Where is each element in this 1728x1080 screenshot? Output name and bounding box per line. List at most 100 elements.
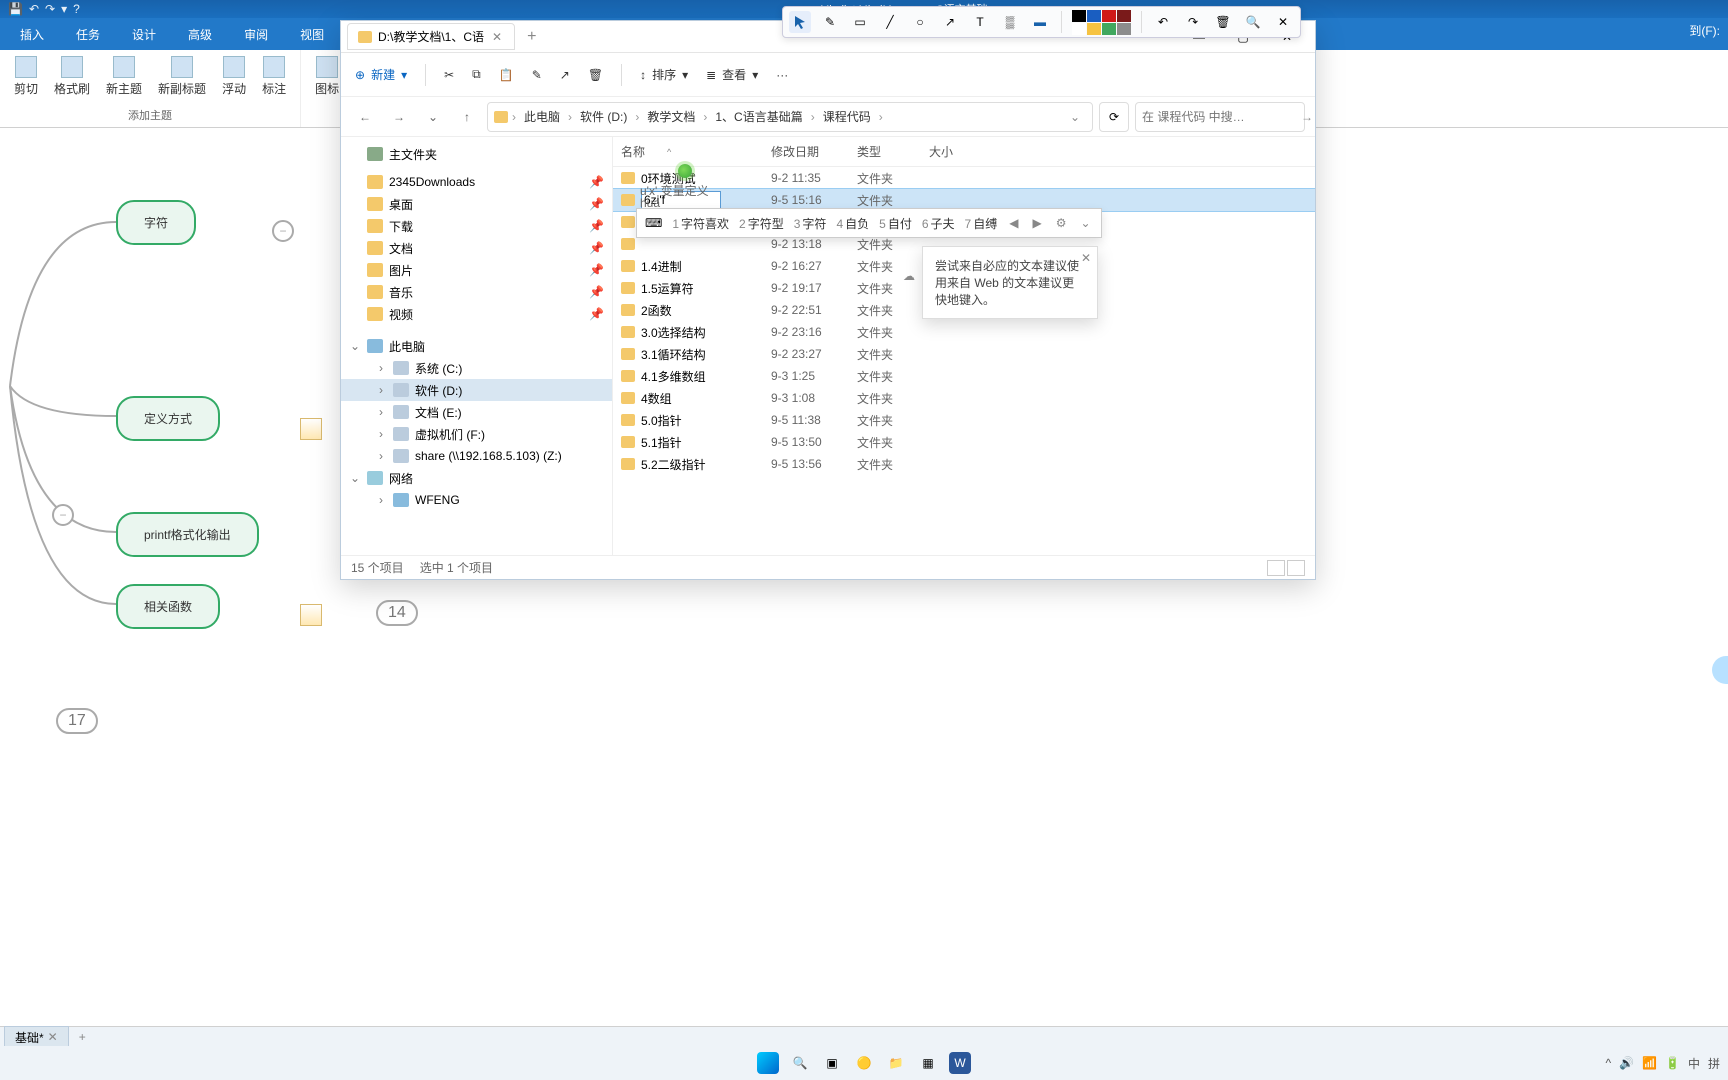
capture-toolbar[interactable]: ✎ ▭ ╱ ○ ↗ T ▒ ▬ ↶ ↷ 🗑 🔍 ✕ [782,6,1301,38]
pin-icon[interactable]: 📌 [589,175,604,189]
collapser-root[interactable]: − [52,504,74,526]
note-icon[interactable] [300,418,322,440]
col-type[interactable]: 类型 [849,143,921,160]
tray-icon[interactable]: 🔋 [1665,1056,1680,1070]
pencil-tool[interactable]: ✎ [819,11,841,33]
app-icon[interactable]: ▦ [917,1052,939,1074]
tray-icon[interactable]: 📶 [1642,1056,1657,1070]
breadcrumb[interactable]: › 此电脑› 软件 (D:)› 教学文档› 1、C语言基础篇› 课程代码› ⌄ [487,102,1093,132]
cut-button[interactable]: 剪切 [8,54,44,99]
search-button[interactable]: 🔍 [789,1052,811,1074]
floating-topic-button[interactable]: 浮动 [216,54,252,99]
ime-candidate-bar[interactable]: ⌨ 1字符喜欢 2字符型 3字符 4自负 5自付 6子夫 7自缚 ◀ ▶ ⚙ ⌄ [636,208,1102,238]
windows-taskbar[interactable]: 🔍 ▣ 🟡 📁 ▦ W [0,1046,1728,1080]
path-dropdown[interactable]: ⌄ [1064,110,1086,124]
up-button[interactable]: ↑ [453,103,481,131]
ime-candidate[interactable]: 2字符型 [739,215,784,232]
recent-dropdown[interactable]: ⌄ [419,103,447,131]
share-icon[interactable]: ↗ [560,68,570,82]
node-functions[interactable]: 相关函数 [116,584,220,629]
new-tab-button[interactable]: + [521,28,542,46]
close-icon[interactable]: ✕ [1081,251,1091,265]
ime-prev-page[interactable]: ◀ [1007,216,1020,230]
highlighter-tool[interactable]: ▬ [1029,11,1051,33]
color-swatch[interactable] [1087,10,1101,22]
undo-button[interactable]: ↶ [1152,11,1174,33]
table-row[interactable]: 3.1循环结构9-2 23:27文件夹 [613,343,1315,365]
new-topic-button[interactable]: 新主题 [100,54,148,99]
help-icon[interactable]: ? [73,2,80,16]
col-date[interactable]: 修改日期 [763,143,849,160]
table-row[interactable]: 5.0指针9-5 11:38文件夹 [613,409,1315,431]
new-button[interactable]: ⊕新建▾ [355,66,407,83]
tab-review[interactable]: 审阅 [230,20,282,49]
find-field-label[interactable]: 到(F): [1689,22,1720,39]
format-painter-button[interactable]: 格式刷 [48,54,96,99]
table-row[interactable]: 4数组9-3 1:08文件夹 [613,387,1315,409]
document-tab[interactable]: 基础* ✕ [4,1026,69,1048]
nav-pane[interactable]: 主文件夹 2345Downloads📌 桌面📌 下载📌 文档📌 图片📌 音乐📌 … [341,137,613,555]
sort-button[interactable]: ↕排序▾ [640,66,688,83]
system-tray[interactable]: ^ 🔊 📶 🔋 中 拼 [1605,1046,1720,1080]
tab-advanced[interactable]: 高级 [174,20,226,49]
sidebar-quick-item[interactable]: 文档📌 [341,237,612,259]
ime-candidate[interactable]: 6子夫 [922,215,955,232]
sidebar-drive[interactable]: ›系统 (C:) [341,357,612,379]
close-tab-icon[interactable]: ✕ [490,30,504,44]
badge-17[interactable]: 17 [56,708,98,734]
undo-icon[interactable]: ↶ [29,2,39,16]
save-icon[interactable]: 💾 [8,2,23,16]
sidebar-pc[interactable]: ⌄此电脑 [341,335,612,357]
qat-customize-icon[interactable]: ▾ [61,2,67,16]
view-button[interactable]: ≣查看▾ [706,66,758,83]
search-button[interactable]: 🔍 [1242,11,1264,33]
delete-button[interactable]: 🗑 [1212,11,1234,33]
crumb-pc[interactable]: 此电脑 [520,106,564,127]
ellipse-tool[interactable]: ○ [909,11,931,33]
search-icon[interactable]: → [1301,110,1313,124]
blur-tool[interactable]: ▒ [999,11,1021,33]
table-row[interactable]: 4.1多维数组9-3 1:25文件夹 [613,365,1315,387]
rename-icon[interactable]: ✎ [532,68,542,82]
node-define[interactable]: 定义方式 [116,396,220,441]
sidebar-drive[interactable]: ›文档 (E:) [341,401,612,423]
refresh-button[interactable]: ⟳ [1099,102,1129,132]
ime-candidate[interactable]: 3字符 [794,215,827,232]
sidebar-quick-item[interactable]: 2345Downloads📌 [341,171,612,193]
callout-button[interactable]: 标注 [256,54,292,99]
color-swatch[interactable] [1102,10,1116,22]
sidebar-quick-item[interactable]: 视频📌 [341,303,612,325]
taskview-button[interactable]: ▣ [821,1052,843,1074]
color-swatches[interactable] [1072,10,1131,35]
sidebar-quick-item[interactable]: 音乐📌 [341,281,612,303]
view-details-button[interactable] [1267,560,1285,576]
tray-chevron[interactable]: ^ [1605,1056,1611,1070]
sidebar-quick-item[interactable]: 图片📌 [341,259,612,281]
chrome-icon[interactable]: 🟡 [853,1052,875,1074]
more-button[interactable]: ··· [776,68,788,82]
ime-next-page[interactable]: ▶ [1030,216,1043,230]
arrow-tool[interactable]: ↗ [939,11,961,33]
table-row[interactable]: 3.0选择结构9-2 23:16文件夹 [613,321,1315,343]
table-row[interactable]: 5.1指针9-5 13:50文件夹 [613,431,1315,453]
view-large-button[interactable] [1287,560,1305,576]
sidebar-drive-selected[interactable]: ›软件 (D:) [341,379,612,401]
sidebar-network[interactable]: ⌄网络 [341,467,612,489]
sidebar-quick-item[interactable]: 桌面📌 [341,193,612,215]
tab-tasks[interactable]: 任务 [62,20,114,49]
paste-icon[interactable]: 📋 [499,68,514,82]
color-swatch[interactable] [1072,10,1086,22]
ime-settings-icon[interactable]: ⚙ [1054,216,1069,230]
color-swatch[interactable] [1117,23,1131,35]
tray-ime[interactable]: 中 [1688,1055,1700,1072]
ime-candidate[interactable]: 1字符喜欢 [672,215,729,232]
text-tool[interactable]: T [969,11,991,33]
ime-candidate[interactable]: 5自付 [879,215,912,232]
tab-design[interactable]: 设计 [118,20,170,49]
tab-insert[interactable]: 插入 [6,20,58,49]
color-swatch[interactable] [1117,10,1131,22]
rename-input[interactable] [641,191,721,209]
badge-14[interactable]: 14 [376,600,418,626]
redo-button[interactable]: ↷ [1182,11,1204,33]
col-size[interactable]: 大小 [921,143,981,160]
